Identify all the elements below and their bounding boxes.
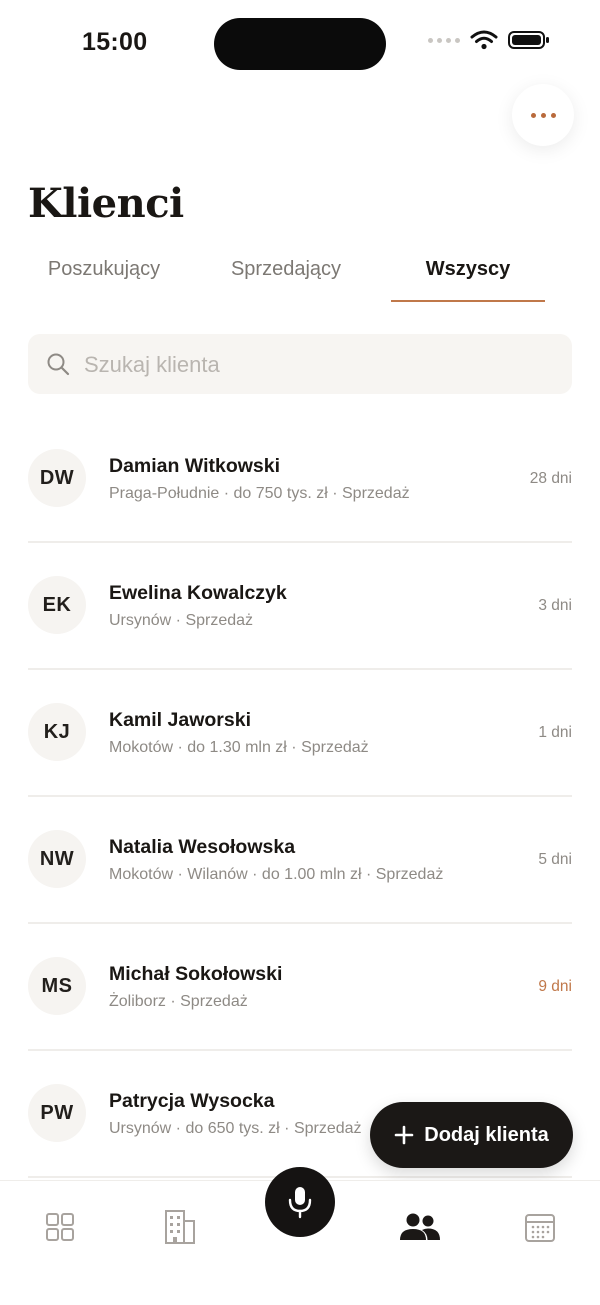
client-card[interactable]: KJ Kamil Jaworski Mokotów · do 1.30 mln … <box>28 669 572 797</box>
voice-record-button[interactable] <box>265 1167 335 1237</box>
active-tab-indicator <box>391 300 545 302</box>
nav-dashboard[interactable] <box>40 1207 80 1247</box>
client-name: Kamil Jaworski <box>109 709 251 731</box>
more-dot <box>530 112 536 118</box>
avatar: PW <box>28 1084 86 1142</box>
client-card[interactable]: EK Ewelina Kowalczyk Ursynów · Sprzedaż … <box>28 542 572 670</box>
add-client-button[interactable]: Dodaj klienta <box>370 1102 573 1168</box>
search-icon <box>47 353 70 376</box>
avatar: NW <box>28 830 86 888</box>
client-name: Patrycja Wysocka <box>109 1090 275 1112</box>
calendar-icon <box>525 1214 555 1242</box>
client-details: Ursynów · do 650 tys. zł · Sprzedaż <box>109 1120 362 1137</box>
search-bar <box>28 334 572 396</box>
days-since-contact: 9 dni <box>538 978 572 995</box>
status-bar: 15:00 <box>0 0 600 90</box>
plus-icon <box>394 1125 414 1145</box>
client-name: Damian Witkowski <box>109 455 281 477</box>
tab-sprzedajacy[interactable]: Sprzedający <box>208 258 364 302</box>
cellular-signal-icon <box>428 37 460 43</box>
more-button[interactable] <box>512 84 574 146</box>
client-name: Natalia Wesołowska <box>109 836 296 858</box>
segment-tabs: Poszukujący Sprzedający Wszyscy <box>28 258 572 302</box>
avatar: MS <box>28 957 86 1015</box>
nav-properties[interactable] <box>160 1207 200 1247</box>
tab-label: Sprzedający <box>230 258 342 280</box>
microphone-icon <box>288 1187 312 1219</box>
building-icon <box>165 1210 195 1244</box>
days-since-contact: 5 dni <box>538 851 572 868</box>
nav-calendar[interactable] <box>520 1207 560 1247</box>
client-name: Ewelina Kowalczyk <box>109 582 287 604</box>
users-icon <box>400 1213 440 1240</box>
client-details: Ursynów · Sprzedaż <box>109 612 254 629</box>
tab-label: Poszukujący <box>47 258 161 280</box>
more-dot <box>540 112 546 118</box>
tab-label: Wszyscy <box>425 258 511 280</box>
client-name: Michał Sokołowski <box>109 963 283 985</box>
days-since-contact: 1 dni <box>538 724 572 741</box>
avatar: KJ <box>28 703 86 761</box>
nav-clients[interactable] <box>398 1207 442 1247</box>
days-since-contact: 3 dni <box>538 597 572 614</box>
days-since-contact: 28 dni <box>529 470 572 487</box>
grid-icon <box>46 1213 74 1241</box>
add-client-label: Dodaj klienta <box>424 1123 549 1146</box>
status-icons <box>428 30 550 50</box>
client-list: DW Damian Witkowski Praga-Południe · do … <box>28 415 572 1180</box>
avatar: EK <box>28 576 86 634</box>
bottom-navigation <box>0 1167 600 1305</box>
dynamic-island <box>214 18 386 70</box>
wifi-icon <box>470 30 498 50</box>
client-details: Mokotów · do 1.30 mln zł · Sprzedaż <box>109 739 369 756</box>
client-card[interactable]: NW Natalia Wesołowska Mokotów · Wilanów … <box>28 796 572 924</box>
client-details: Żoliborz · Sprzedaż <box>109 993 248 1010</box>
tab-wszyscy[interactable]: Wszyscy <box>391 258 545 302</box>
more-dot <box>550 112 556 118</box>
page-title: Klienci <box>28 180 184 227</box>
client-card[interactable]: MS Michał Sokołowski Żoliborz · Sprzedaż… <box>28 923 572 1051</box>
tab-poszukujacy[interactable]: Poszukujący <box>28 258 180 302</box>
avatar: DW <box>28 449 86 507</box>
client-card[interactable]: DW Damian Witkowski Praga-Południe · do … <box>28 415 572 543</box>
client-details: Mokotów · Wilanów · do 1.00 mln zł · Spr… <box>109 866 444 883</box>
battery-icon <box>508 31 549 49</box>
search-input[interactable] <box>82 334 556 396</box>
client-details: Praga-Południe · do 750 tys. zł · Sprzed… <box>109 485 410 502</box>
status-time: 15:00 <box>82 28 148 56</box>
